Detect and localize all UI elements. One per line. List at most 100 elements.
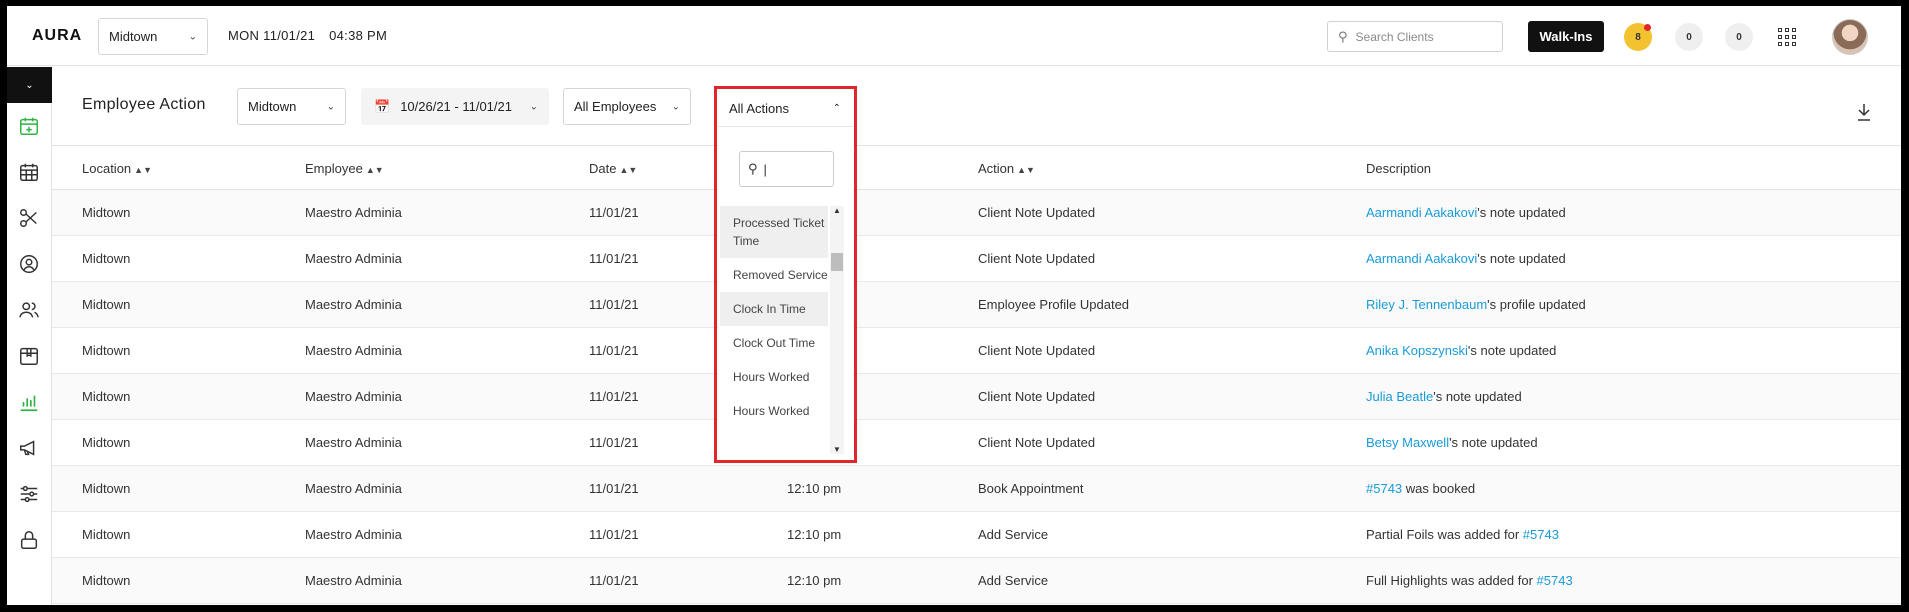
employee-cell: Maestro Adminia [305, 481, 402, 496]
table-row: Midtown Maestro Adminia 11/01/21 Client Not… [52, 328, 1901, 374]
description-link[interactable]: Julia Beatle [1366, 389, 1433, 404]
counter-badge[interactable]: 0 [1725, 23, 1753, 51]
counter-badge[interactable]: 0 [1675, 23, 1703, 51]
actions-filter-value: All Actions [729, 100, 789, 116]
column-header-date[interactable]: Date ▲▼ [589, 161, 637, 176]
employees-filter[interactable]: All Employees ⌄ [563, 88, 691, 125]
scissors-icon[interactable] [18, 207, 40, 229]
sidebar-toggle-button[interactable]: ⌄ [7, 67, 52, 103]
search-placeholder: Search Clients [1355, 29, 1434, 44]
counter-badge-value: 0 [1736, 31, 1742, 43]
location-cell: Midtown [82, 205, 131, 220]
employee-cell: Maestro Adminia [305, 527, 402, 542]
employee-cell: Maestro Adminia [305, 389, 402, 404]
current-datetime: MON 11/01/21 04:38 PM [228, 28, 397, 43]
search-icon: ⚲ [748, 161, 758, 176]
calendar-grid-icon[interactable] [18, 161, 40, 183]
description-link[interactable]: #5743 [1523, 527, 1559, 542]
lock-icon[interactable] [18, 529, 40, 551]
description-text: 's note updated [1477, 205, 1566, 220]
time-cell: 12:10 pm [787, 527, 842, 542]
chevron-down-icon: ⌄ [188, 31, 197, 42]
chevron-down-icon: ⌄ [529, 101, 538, 112]
description-cell: #5743 was booked [1366, 481, 1475, 496]
walk-ins-button[interactable]: Walk-Ins [1528, 21, 1604, 52]
action-cell: Client Note Updated [978, 343, 1096, 358]
calendar-add-icon[interactable] [18, 115, 40, 137]
employee-cell: Maestro Adminia [305, 343, 402, 358]
location-filter[interactable]: Midtown ⌄ [237, 88, 346, 125]
date-cell: 11/01/21 [589, 205, 639, 220]
description-cell: Anika Kopszynski's note updated [1366, 343, 1556, 358]
dropdown-scrollbar[interactable]: ▲ ▼ [830, 206, 844, 454]
column-header-location[interactable]: Location ▲▼ [82, 161, 152, 176]
table-row: Midtown Maestro Adminia 11/01/21 Client Not… [52, 374, 1901, 420]
dropdown-search-input[interactable]: ⚲ | [739, 151, 834, 187]
table-row: Midtown Maestro Adminia 11/01/21 Client Not… [52, 190, 1901, 236]
chevron-down-icon: ⌄ [671, 101, 680, 112]
calendar-icon: 📅 [374, 98, 391, 114]
actions-filter[interactable]: All Actions ⌃ [718, 90, 853, 127]
action-cell: Employee Profile Updated [978, 297, 1130, 312]
scroll-down-icon[interactable]: ▼ [833, 445, 841, 454]
dropdown-option[interactable]: Removed Service [720, 258, 828, 292]
sort-icon: ▲▼ [619, 165, 638, 175]
table-row: Midtown Maestro Adminia 11/01/21 12:10 pm Ad… [52, 512, 1901, 558]
description-link[interactable]: Anika Kopszynski [1366, 343, 1468, 358]
time-cell: 12:10 pm [787, 481, 842, 496]
avatar[interactable] [1832, 19, 1868, 55]
date-cell: 11/01/21 [589, 297, 639, 312]
dropdown-option[interactable]: Hours Worked [720, 360, 828, 394]
dropdown-option[interactable]: Processed Ticket Time [720, 206, 828, 258]
megaphone-icon[interactable] [18, 437, 40, 459]
action-cell: Client Note Updated [978, 205, 1096, 220]
location-filter-value: Midtown [248, 99, 297, 114]
description-text: 's note updated [1433, 389, 1522, 404]
description-link[interactable]: #5743 [1366, 481, 1402, 496]
sort-icon: ▲▼ [365, 165, 384, 175]
scroll-thumb[interactable] [831, 253, 843, 271]
location-select[interactable]: Midtown ⌄ [98, 18, 208, 55]
employee-cell: Maestro Adminia [305, 435, 402, 450]
sort-icon: ▲▼ [134, 165, 152, 175]
box-icon[interactable] [18, 345, 40, 367]
bar-chart-icon[interactable] [18, 391, 40, 413]
column-header-action[interactable]: Action ▲▼ [978, 161, 1035, 176]
dropdown-option[interactable]: Hours Worked [720, 394, 828, 428]
description-link[interactable]: Betsy Maxwell [1366, 435, 1449, 450]
location-cell: Midtown [82, 389, 131, 404]
users-icon[interactable] [18, 299, 40, 321]
employees-filter-value: All Employees [574, 99, 657, 114]
date-range-filter[interactable]: 📅 10/26/21 - 11/01/21 ⌄ [361, 88, 549, 125]
employee-action-table: Location ▲▼ Employee ▲▼ Date ▲▼ Action ▲▼ De… [52, 145, 1901, 604]
user-circle-icon[interactable] [18, 253, 40, 275]
date-cell: 11/01/21 [589, 251, 639, 266]
dropdown-option[interactable]: Clock In Time [720, 292, 828, 326]
notifications-badge[interactable]: 8 [1624, 23, 1652, 51]
description-link[interactable]: #5743 [1537, 573, 1573, 588]
action-cell: Client Note Updated [978, 389, 1096, 404]
employee-cell: Maestro Adminia [305, 251, 402, 266]
apps-grid-icon[interactable] [1778, 28, 1796, 46]
description-text: 's profile updated [1487, 297, 1586, 312]
download-icon[interactable] [1857, 103, 1871, 121]
sliders-icon[interactable] [18, 483, 40, 505]
employee-cell: Maestro Adminia [305, 573, 402, 588]
action-cell: Client Note Updated [978, 435, 1096, 450]
counter-badge-value: 0 [1686, 31, 1692, 43]
description-link[interactable]: Aarmandi Aakakovi [1366, 205, 1477, 220]
employee-cell: Maestro Adminia [305, 297, 402, 312]
date-cell: 11/01/21 [589, 343, 639, 358]
search-clients-input[interactable]: ⚲ Search Clients [1327, 21, 1503, 52]
description-link[interactable]: Aarmandi Aakakovi [1366, 251, 1477, 266]
description-cell: Partial Foils was added for #5743 [1366, 527, 1559, 542]
action-cell: Book Appointment [978, 481, 1084, 496]
description-text: was booked [1402, 481, 1476, 496]
description-link[interactable]: Riley J. Tennenbaum [1366, 297, 1487, 312]
dropdown-options-list: Processed Ticket Time Removed Service Cloc… [720, 206, 828, 454]
column-header-employee[interactable]: Employee ▲▼ [305, 161, 384, 176]
description-text: 's note updated [1477, 251, 1566, 266]
table-row: Midtown Maestro Adminia 11/01/21 Employee P… [52, 282, 1901, 328]
dropdown-option[interactable]: Clock Out Time [720, 326, 828, 360]
scroll-up-icon[interactable]: ▲ [833, 206, 841, 215]
